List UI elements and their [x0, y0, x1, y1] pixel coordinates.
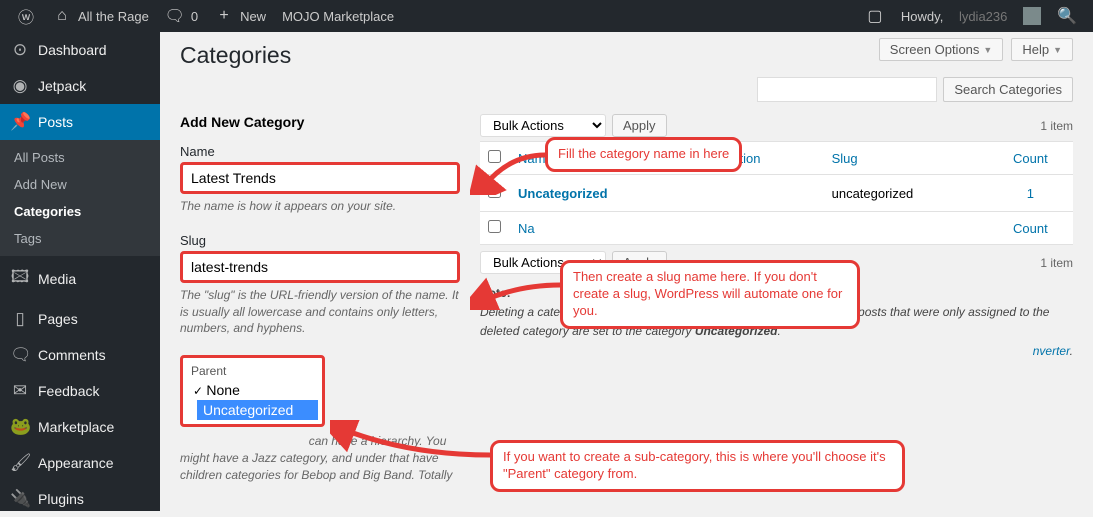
search-link[interactable]: 🔍	[1049, 0, 1085, 32]
menu-label: Comments	[38, 347, 106, 363]
slug-desc: The "slug" is the URL-friendly version o…	[180, 287, 460, 337]
marketplace-icon: 🐸	[10, 417, 30, 437]
row-slug: uncategorized	[824, 175, 988, 212]
brush-icon: 🖌	[10, 453, 30, 473]
menu-media[interactable]: 🖾 Media	[0, 256, 160, 301]
site-name: All the Rage	[78, 9, 149, 24]
menu-label: Dashboard	[38, 42, 107, 58]
comment-icon: 🗨	[10, 345, 30, 365]
mojo-link[interactable]: MOJO Marketplace	[274, 0, 402, 32]
submenu-posts: All Posts Add New Categories Tags	[0, 140, 160, 256]
comments-count: 0	[191, 9, 198, 24]
slug-label: Slug	[180, 233, 460, 248]
media-icon: 🖾	[10, 264, 30, 293]
arrow-icon	[470, 145, 550, 195]
howdy-link[interactable]: Howdy, lydia236	[893, 0, 1049, 32]
help-button[interactable]: Help ▼	[1011, 38, 1073, 61]
notify-link[interactable]: ▢	[857, 0, 893, 32]
callout-slug: Then create a slug name here. If you don…	[560, 260, 860, 329]
chevron-down-icon: ▼	[983, 45, 992, 55]
user-name: lydia236	[959, 9, 1007, 24]
new-label: New	[240, 9, 266, 24]
parent-select[interactable]: Parent None Uncategorized	[180, 355, 325, 427]
bell-icon: ▢	[865, 6, 885, 26]
slug-input[interactable]	[180, 251, 460, 283]
admin-bar: ⓦ ⌂All the Rage 🗨0 +New MOJO Marketplace…	[0, 0, 1093, 32]
menu-label: Media	[38, 271, 76, 287]
menu-appearance[interactable]: 🖌 Appearance	[0, 445, 160, 481]
comments-link[interactable]: 🗨0	[157, 0, 206, 32]
wp-logo[interactable]: ⓦ	[8, 0, 44, 32]
converter-link[interactable]: nverter	[1033, 344, 1070, 358]
menu-plugins[interactable]: 🔌 Plugins	[0, 481, 160, 517]
feedback-icon: ✉	[10, 381, 30, 401]
arrow-icon	[330, 420, 495, 470]
row-count[interactable]: 1	[1027, 186, 1034, 201]
pin-icon: 📌	[10, 112, 30, 132]
col-slug[interactable]: Slug	[824, 142, 988, 175]
search-categories-button[interactable]: Search Categories	[943, 77, 1073, 102]
callout-parent: If you want to create a sub-category, th…	[490, 440, 905, 492]
row-desc	[687, 175, 823, 212]
apply-button[interactable]: Apply	[612, 114, 667, 137]
parent-label: Parent	[187, 362, 318, 380]
screen-options-button[interactable]: Screen Options ▼	[879, 38, 1004, 61]
form-heading: Add New Category	[180, 114, 460, 130]
comment-icon: 🗨	[165, 6, 185, 26]
items-count: 1 item	[1040, 119, 1073, 133]
submenu-add-new[interactable]: Add New	[0, 171, 160, 198]
chevron-down-icon: ▼	[1053, 45, 1062, 55]
site-link[interactable]: ⌂ All the Rage	[44, 0, 157, 32]
menu-label: Jetpack	[38, 78, 86, 94]
submenu-all-posts[interactable]: All Posts	[0, 144, 160, 171]
help-label: Help	[1022, 42, 1049, 57]
name-input[interactable]	[180, 162, 460, 194]
menu-label: Appearance	[38, 455, 114, 471]
menu-label: Posts	[38, 114, 73, 130]
parent-option-none[interactable]: None	[187, 380, 318, 400]
menu-dashboard[interactable]: ⊙ Dashboard	[0, 32, 160, 68]
mojo-label: MOJO Marketplace	[282, 9, 394, 24]
menu-posts[interactable]: 📌 Posts	[0, 104, 160, 140]
col-count-foot[interactable]: Count	[988, 212, 1073, 245]
jetpack-icon: ◉	[10, 76, 30, 96]
parent-option-uncategorized[interactable]: Uncategorized	[197, 400, 318, 420]
menu-comments[interactable]: 🗨 Comments	[0, 337, 160, 373]
menu-label: Pages	[38, 311, 78, 327]
wordpress-icon: ⓦ	[16, 6, 36, 26]
submenu-tags[interactable]: Tags	[0, 225, 160, 252]
page-icon: ▯	[10, 309, 30, 329]
howdy-label: Howdy,	[901, 9, 943, 24]
menu-label: Plugins	[38, 491, 84, 507]
admin-sidebar: ⊙ Dashboard ◉ Jetpack 📌 Posts All Posts Add…	[0, 32, 160, 511]
home-icon: ⌂	[52, 6, 72, 26]
submenu-categories[interactable]: Categories	[0, 198, 160, 225]
menu-marketplace[interactable]: 🐸 Marketplace	[0, 409, 160, 445]
dashboard-icon: ⊙	[10, 40, 30, 60]
menu-jetpack[interactable]: ◉ Jetpack	[0, 68, 160, 104]
items-count-bottom: 1 item	[1040, 256, 1073, 270]
search-input[interactable]	[757, 77, 937, 102]
plus-icon: +	[214, 6, 234, 26]
new-link[interactable]: + New	[206, 0, 274, 32]
screen-options-label: Screen Options	[890, 42, 980, 57]
search-icon: 🔍	[1057, 6, 1077, 26]
select-all-checkbox-foot[interactable]	[488, 220, 501, 233]
menu-label: Feedback	[38, 383, 99, 399]
avatar	[1023, 7, 1041, 25]
table-row: Uncategorized uncategorized 1	[480, 175, 1073, 212]
menu-label: Marketplace	[38, 419, 114, 435]
page-title: Categories	[180, 42, 291, 69]
plugin-icon: 🔌	[10, 489, 30, 509]
arrow-icon	[470, 270, 565, 310]
bulk-actions-select[interactable]: Bulk Actions	[480, 114, 606, 137]
menu-feedback[interactable]: ✉ Feedback	[0, 373, 160, 409]
col-name-foot[interactable]: Na	[510, 212, 687, 245]
menu-pages[interactable]: ▯ Pages	[0, 301, 160, 337]
col-count[interactable]: Count	[988, 142, 1073, 175]
callout-name: Fill the category name in here	[545, 137, 742, 172]
name-label: Name	[180, 144, 460, 159]
name-desc: The name is how it appears on your site.	[180, 198, 460, 215]
